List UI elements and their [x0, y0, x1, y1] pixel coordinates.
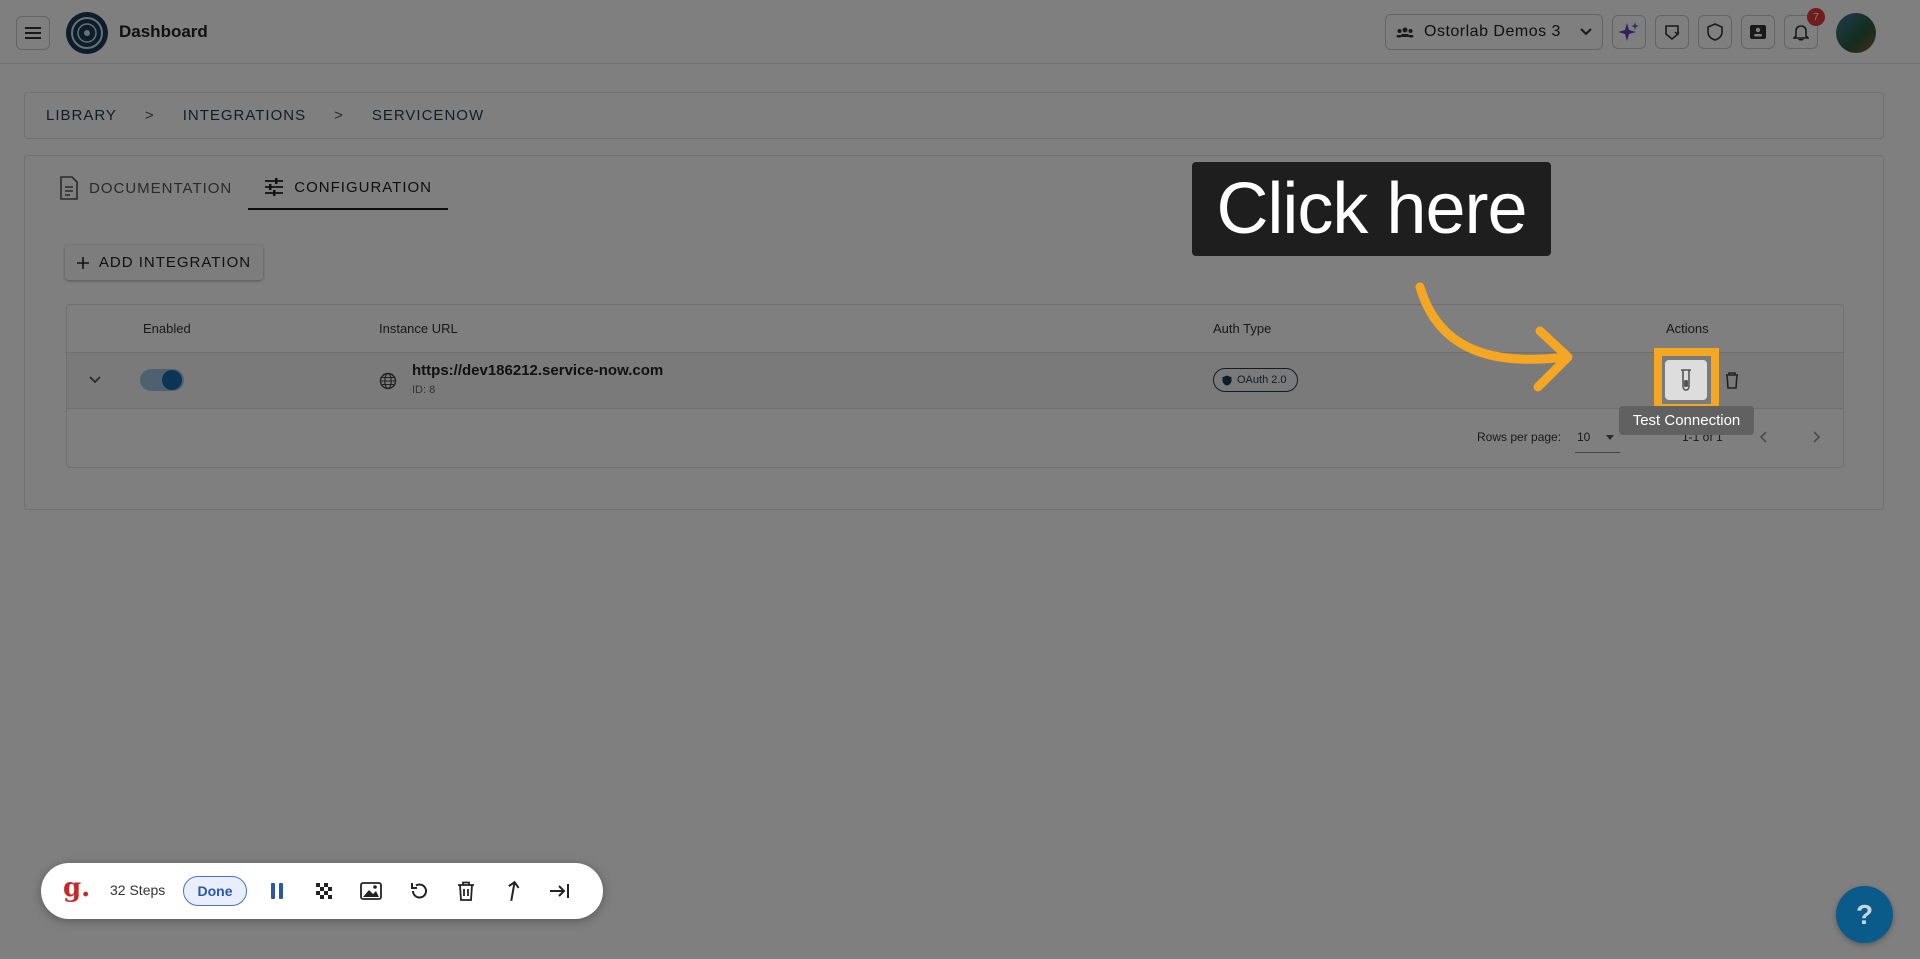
undo-icon [411, 883, 427, 899]
click-here-callout: Click here [1192, 162, 1551, 256]
screenshot-button[interactable] [359, 879, 383, 903]
tutorial-overlay [0, 0, 1920, 959]
undo-button[interactable] [407, 879, 431, 903]
help-button[interactable]: ? [1836, 886, 1893, 943]
delete-step-button[interactable] [454, 879, 478, 903]
move-step-button[interactable] [501, 879, 525, 903]
pause-button[interactable] [265, 879, 289, 903]
trash-icon [458, 881, 474, 901]
blur-button[interactable] [312, 879, 336, 903]
arrow-up-icon [508, 880, 520, 902]
done-button[interactable]: Done [183, 876, 247, 906]
recorder-toolbar: g. 32 Steps Done [41, 863, 603, 919]
skip-forward-icon [550, 884, 569, 898]
blur-icon [316, 883, 332, 899]
pause-icon [271, 883, 283, 899]
skip-button[interactable] [548, 879, 572, 903]
recorder-logo: g. [63, 873, 91, 903]
image-icon [360, 882, 382, 900]
test-connection-tooltip: Test Connection [1619, 406, 1754, 435]
steps-count: 32 Steps [110, 882, 166, 898]
curved-arrow-icon [1415, 282, 1573, 392]
highlight-box [1654, 348, 1719, 412]
